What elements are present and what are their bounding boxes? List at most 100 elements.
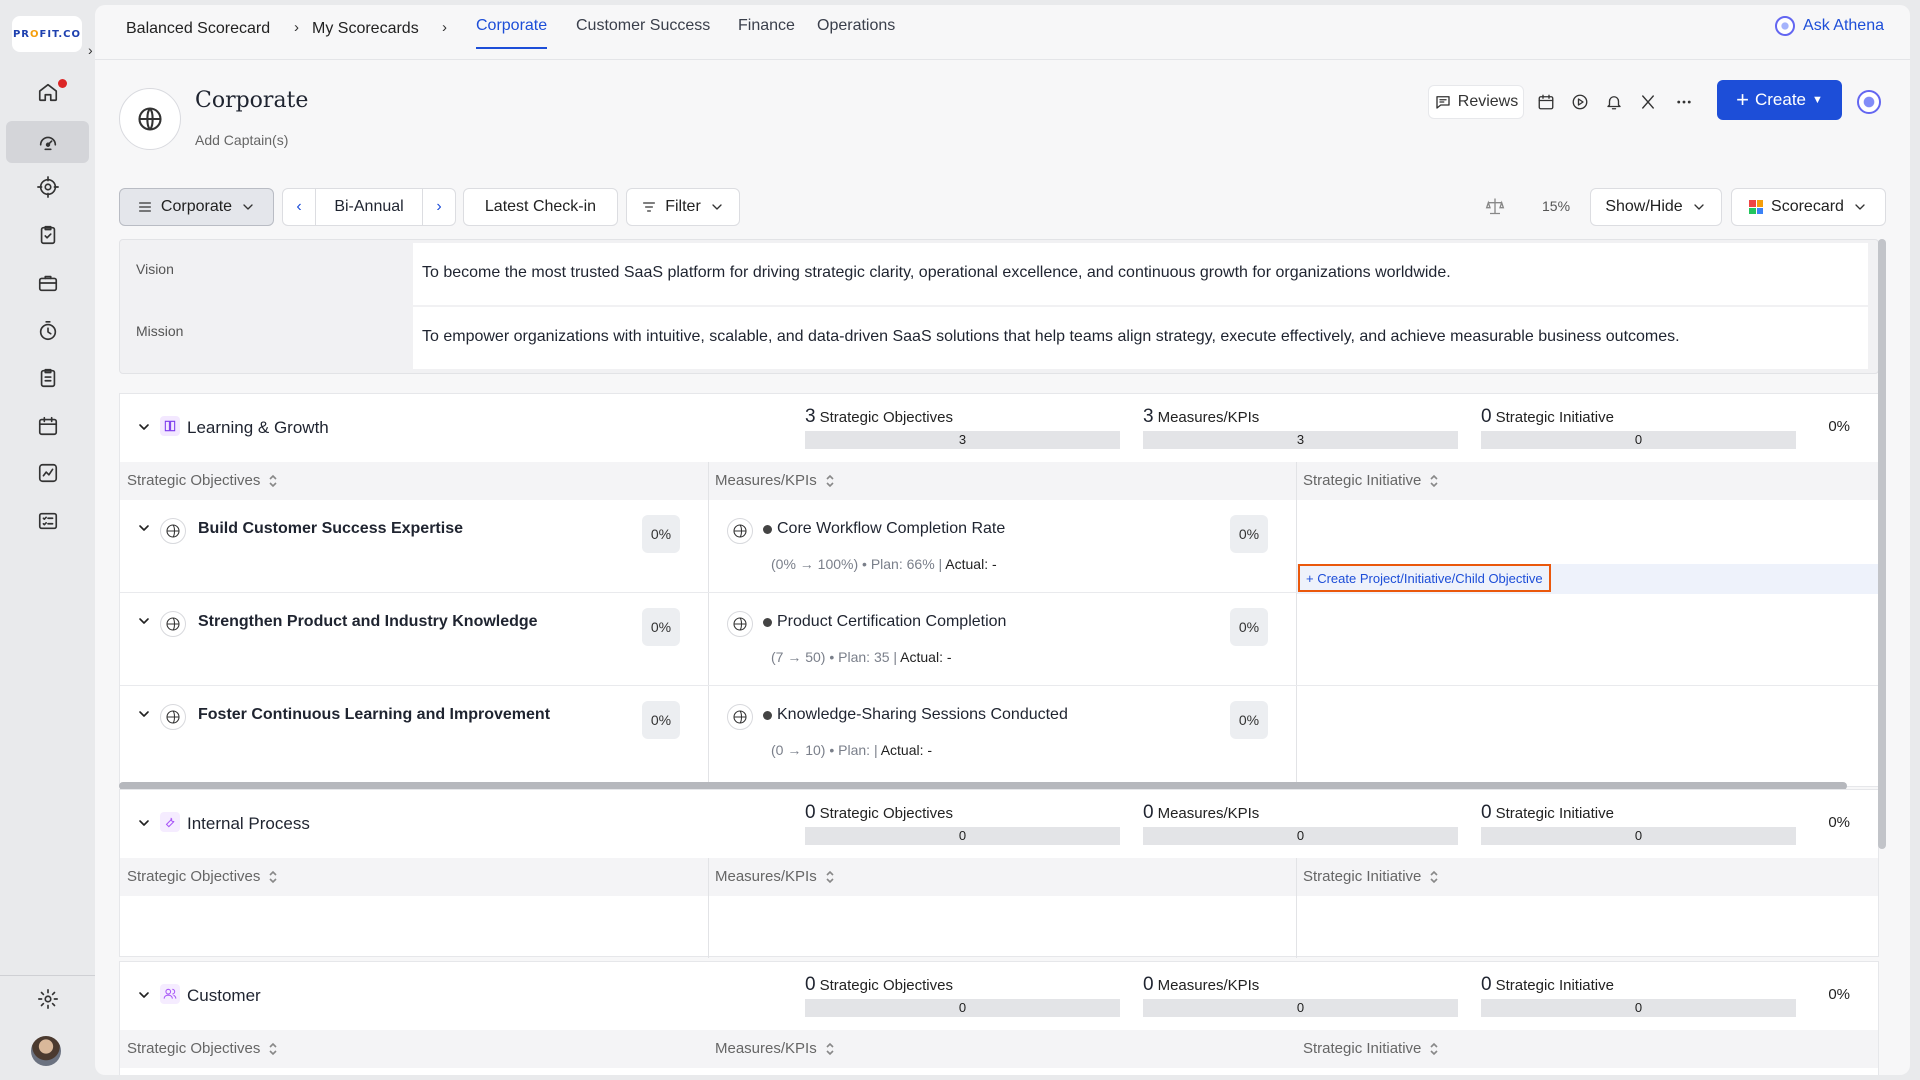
collapse-chevron-down-icon[interactable]	[136, 987, 152, 1003]
sort-icon	[1430, 870, 1438, 883]
initiatives-progress-bar: 0	[1481, 999, 1796, 1017]
sidebar-item-projects[interactable]	[6, 262, 89, 304]
clipboard-check-icon	[40, 225, 55, 245]
tab-operations[interactable]: Operations	[817, 17, 895, 47]
row-expand-chevron-icon[interactable]	[136, 520, 152, 541]
breadcrumb-balanced-scorecard[interactable]: Balanced Scorecard	[126, 20, 270, 38]
user-avatar[interactable]	[31, 1036, 61, 1066]
sidebar-item-calendar[interactable]	[6, 405, 89, 447]
row-expand-chevron-icon[interactable]	[136, 706, 152, 727]
latest-checkin-button[interactable]: Latest Check-in	[463, 188, 618, 226]
sort-icon	[826, 474, 834, 487]
filter-label: Filter	[665, 198, 701, 215]
more-horizontal-icon	[1677, 100, 1691, 104]
objective-name[interactable]: Build Customer Success Expertise	[198, 520, 463, 538]
column-header-objectives[interactable]: Strategic Objectives	[127, 868, 278, 885]
initiatives-count: 0	[1481, 802, 1492, 823]
mission-text[interactable]: To empower organizations with intuitive,…	[413, 307, 1868, 369]
vision-text[interactable]: To become the most trusted SaaS platform…	[413, 243, 1868, 305]
column-header-kpis[interactable]: Measures/KPIs	[715, 1040, 835, 1057]
play-button[interactable]	[1566, 85, 1594, 119]
notification-dot	[58, 79, 67, 88]
globe-icon	[727, 611, 753, 637]
scorecard-view-dropdown[interactable]: Scorecard	[1731, 188, 1886, 226]
notifications-button[interactable]	[1600, 85, 1628, 119]
right-rail	[1910, 0, 1920, 1080]
perspective-internal-process: Internal Process 0 Strategic Objectives 0…	[119, 789, 1879, 958]
perspective-name: Learning & Growth	[187, 418, 329, 437]
reviews-button[interactable]: Reviews	[1428, 85, 1524, 119]
collapse-chevron-down-icon[interactable]	[136, 815, 152, 831]
kpi-name[interactable]: Core Workflow Completion Rate	[763, 520, 1005, 538]
objectives-stat: 3 Strategic Objectives 3	[805, 406, 1120, 449]
column-header-kpis[interactable]: Measures/KPIs	[715, 472, 835, 489]
create-initiative-link[interactable]: + Create Project/Initiative/Child Object…	[1298, 564, 1551, 592]
sidebar-item-home[interactable]	[6, 71, 89, 113]
create-button[interactable]: + Create ▼	[1717, 80, 1842, 120]
objectives-stat-label: Strategic Objectives	[819, 805, 953, 822]
ask-athena-button[interactable]: Ask Athena	[1775, 16, 1884, 36]
objectives-progress-bar: 3	[805, 431, 1120, 449]
kpi-progress-badge: 0%	[1230, 608, 1268, 646]
row-expand-chevron-icon[interactable]	[136, 613, 152, 634]
more-options-button[interactable]	[1668, 85, 1700, 119]
tab-finance[interactable]: Finance	[738, 17, 795, 47]
sidebar-item-settings[interactable]	[6, 978, 89, 1020]
perspective-percent: 0%	[1828, 418, 1850, 435]
column-header-objectives[interactable]: Strategic Objectives	[127, 1040, 278, 1057]
sidebar-item-tasks[interactable]	[6, 214, 89, 256]
stopwatch-icon	[39, 321, 56, 341]
profit-co-logo[interactable]: PR O FIT.CO	[12, 16, 82, 52]
collapse-chevron-down-icon[interactable]	[136, 419, 152, 435]
scorecard-avatar	[119, 88, 181, 150]
column-header-objectives[interactable]: Strategic Objectives	[127, 472, 278, 489]
sidebar: PR O FIT.CO ›	[0, 0, 95, 1080]
kpis-progress-bar: 0	[1143, 827, 1458, 845]
sidebar-item-analytics[interactable]	[6, 452, 89, 494]
previous-period-chevron-icon[interactable]: ‹	[283, 189, 315, 225]
add-captains-link[interactable]: Add Captain(s)	[195, 132, 288, 148]
objective-progress-badge: 0%	[642, 701, 680, 739]
status-dot	[763, 524, 772, 534]
sidebar-item-reports[interactable]	[6, 500, 89, 542]
period-label[interactable]: Bi-Annual	[315, 189, 423, 225]
objective-name[interactable]: Foster Continuous Learning and Improveme…	[198, 706, 550, 724]
filter-dropdown[interactable]: Filter	[626, 188, 740, 226]
weight-scale-icon[interactable]	[1485, 196, 1505, 221]
column-header-label: Strategic Objectives	[127, 472, 261, 489]
tab-corporate[interactable]: Corporate	[476, 17, 548, 49]
view-selector-dropdown[interactable]: Corporate	[119, 188, 274, 226]
sidebar-item-time[interactable]	[6, 310, 89, 352]
vertical-scrollbar[interactable]	[1878, 239, 1886, 849]
objective-name[interactable]: Strengthen Product and Industry Knowledg…	[198, 613, 538, 631]
kpi-name[interactable]: Knowledge-Sharing Sessions Conducted	[763, 706, 1068, 724]
calendar-button[interactable]	[1532, 85, 1560, 119]
sidebar-item-okrs[interactable]	[6, 166, 89, 208]
column-header-initiatives[interactable]: Strategic Initiative	[1303, 1040, 1439, 1057]
task-list-icon	[38, 512, 57, 530]
initiatives-stat-label: Strategic Initiative	[1495, 977, 1614, 994]
perspective-customer: Customer 0 Strategic Objectives 0 0 Measur…	[119, 961, 1879, 1075]
collapse-button[interactable]	[1634, 85, 1662, 119]
globe-icon	[727, 518, 753, 544]
ai-assistant-icon[interactable]	[1857, 90, 1881, 114]
column-header-initiatives[interactable]: Strategic Initiative	[1303, 868, 1439, 885]
chevron-down-icon	[243, 204, 253, 210]
show-hide-dropdown[interactable]: Show/Hide	[1590, 188, 1722, 226]
filter-icon	[643, 202, 656, 212]
tab-customer-success[interactable]: Customer Success	[576, 17, 710, 47]
kpi-name[interactable]: Product Certification Completion	[763, 613, 1006, 631]
kpis-stat-label: Measures/KPIs	[1157, 805, 1260, 822]
sidebar-item-scorecard[interactable]	[6, 121, 89, 163]
sidebar-collapse-chevron-icon[interactable]: ›	[88, 42, 93, 58]
column-header-initiatives[interactable]: Strategic Initiative	[1303, 472, 1439, 489]
sort-icon	[269, 1042, 277, 1055]
column-header-kpis[interactable]: Measures/KPIs	[715, 868, 835, 885]
breadcrumb-my-scorecards[interactable]: My Scorecards	[312, 20, 419, 38]
sidebar-item-checklist[interactable]	[6, 357, 89, 399]
top-navigation-bar: Balanced Scorecard › My Scorecards › Cor…	[95, 5, 1910, 60]
next-period-chevron-icon[interactable]: ›	[423, 189, 455, 225]
sort-icon	[1430, 474, 1438, 487]
period-selector: ‹ Bi-Annual ›	[282, 188, 456, 226]
chevron-down-icon	[1694, 204, 1704, 210]
